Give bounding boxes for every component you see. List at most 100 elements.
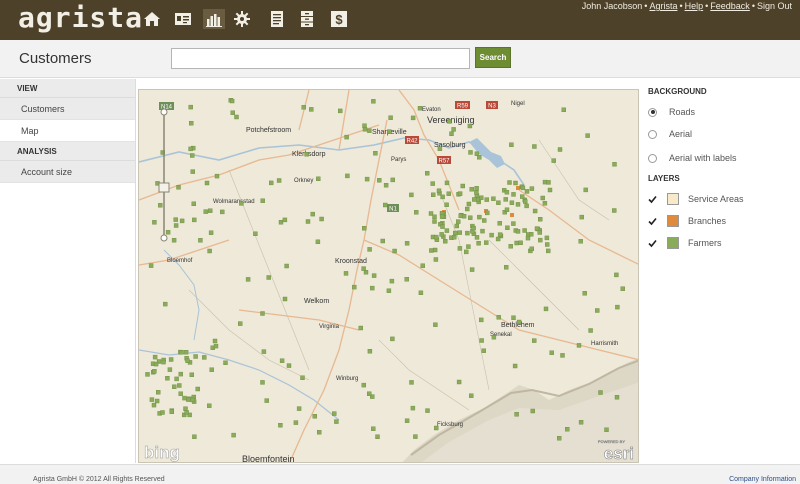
search-button[interactable]: Search xyxy=(475,47,511,68)
farmer-marker xyxy=(432,247,438,253)
farmer-marker xyxy=(504,265,509,270)
farmer-marker xyxy=(508,244,513,249)
road-label-r42: R42 xyxy=(406,139,418,145)
dollar-icon[interactable]: $ xyxy=(328,9,350,29)
agrista-logo[interactable]: agrista xyxy=(18,3,143,33)
farmer-marker xyxy=(579,214,584,220)
background-option-aerial[interactable]: Aerial xyxy=(648,126,692,142)
farmer-marker xyxy=(278,423,283,428)
farmer-marker xyxy=(614,272,619,278)
farmer-marker xyxy=(480,228,485,234)
cabinet-icon[interactable] xyxy=(296,9,318,29)
company-information-link[interactable]: Company Information xyxy=(729,476,796,483)
document-icon[interactable] xyxy=(266,9,288,29)
sidebar-item-map[interactable]: Map xyxy=(0,120,135,142)
farmer-marker xyxy=(434,425,439,431)
farmer-marker xyxy=(344,134,349,140)
farmer-marker xyxy=(237,321,243,326)
farmer-marker xyxy=(268,180,274,186)
farmer-marker xyxy=(410,405,416,411)
zoom-handle xyxy=(158,182,170,193)
background-option-roads[interactable]: Roads xyxy=(648,104,695,120)
farmer-marker xyxy=(191,201,196,207)
farmer-marker xyxy=(261,349,267,354)
farmer-marker xyxy=(523,199,528,204)
radio-button[interactable] xyxy=(648,107,657,117)
farmer-marker xyxy=(193,354,198,359)
checkbox[interactable] xyxy=(648,239,657,248)
farmer-marker xyxy=(367,247,372,252)
farmer-marker xyxy=(286,363,292,368)
farmer-marker xyxy=(431,192,436,198)
farmer-marker xyxy=(266,275,271,280)
farmer-marker xyxy=(452,234,457,240)
farmer-marker xyxy=(278,219,284,225)
farmer-marker xyxy=(515,202,521,207)
farmer-marker xyxy=(457,230,462,235)
farmer-marker xyxy=(183,406,188,411)
feedback-link[interactable]: Feedback xyxy=(710,1,750,11)
layer-service-areas[interactable]: Service Areas xyxy=(648,191,744,207)
farmer-marker xyxy=(425,170,430,176)
sidebar: VIEW Customers Map ANALYSIS Account size xyxy=(0,79,136,463)
farmer-marker xyxy=(484,197,489,202)
farmer-marker xyxy=(362,123,367,128)
title-bar: Customers Search xyxy=(0,40,800,78)
farmer-marker xyxy=(439,232,444,237)
contacts-card-icon[interactable] xyxy=(172,9,194,29)
farmer-marker xyxy=(387,129,392,134)
farmer-marker xyxy=(477,155,482,160)
farmers-swatch xyxy=(667,237,679,249)
radio-button[interactable] xyxy=(648,153,657,163)
farmer-marker xyxy=(260,198,265,203)
farmer-marker xyxy=(467,123,473,129)
layer-farmers[interactable]: Farmers xyxy=(648,235,722,251)
sign-out-link[interactable]: Sign Out xyxy=(757,1,792,11)
checkbox[interactable] xyxy=(648,217,657,226)
copyright-text: Agrista GmbH © 2012 All Rights Reserved xyxy=(33,476,165,483)
help-link[interactable]: Help xyxy=(685,1,704,11)
farmer-marker xyxy=(420,263,425,268)
sidebar-item-customers[interactable]: Customers xyxy=(0,98,135,120)
farmer-marker xyxy=(585,133,590,138)
farmer-marker xyxy=(179,350,184,355)
checkbox[interactable] xyxy=(648,195,657,204)
farmer-marker xyxy=(389,278,395,284)
bar-chart-icon[interactable] xyxy=(203,9,225,29)
search-input[interactable] xyxy=(171,48,470,69)
gear-icon[interactable] xyxy=(231,9,253,29)
farmer-marker xyxy=(177,383,182,388)
farmer-marker xyxy=(503,197,508,202)
farmer-marker xyxy=(509,200,515,205)
farmer-marker xyxy=(432,214,437,220)
farmer-marker xyxy=(176,185,181,190)
farmer-marker xyxy=(213,343,219,349)
farmer-marker xyxy=(512,363,518,369)
radio-button[interactable] xyxy=(648,129,657,139)
farmer-marker xyxy=(361,382,367,388)
farmer-marker xyxy=(472,197,477,202)
sidebar-item-account-size[interactable]: Account size xyxy=(0,161,135,183)
farmer-marker xyxy=(223,360,228,365)
farmer-marker xyxy=(446,191,451,196)
layer-label: Service Areas xyxy=(688,194,744,204)
map-view[interactable]: R59 N3 R42 R57 N1 N14 Vereeniging Potche… xyxy=(138,89,639,463)
farmer-marker xyxy=(466,201,472,207)
farmer-marker xyxy=(334,419,339,424)
place-label: Bloemhof xyxy=(167,258,193,264)
background-option-aerial-labels[interactable]: Aerial with labels xyxy=(648,150,737,166)
farmer-marker xyxy=(169,409,174,414)
layer-branches[interactable]: Branches xyxy=(648,213,726,229)
farmer-marker xyxy=(190,169,195,174)
farmer-marker xyxy=(165,376,170,381)
agrista-link[interactable]: Agrista xyxy=(649,1,677,11)
home-icon[interactable] xyxy=(141,9,163,29)
farmer-marker xyxy=(482,218,487,223)
farmer-marker xyxy=(198,238,203,243)
farmer-marker xyxy=(614,395,620,400)
farmer-marker xyxy=(310,211,316,217)
farmer-marker xyxy=(474,190,479,195)
svg-text:$: $ xyxy=(335,12,343,27)
farmer-marker xyxy=(172,384,177,389)
farmer-marker xyxy=(576,343,582,348)
